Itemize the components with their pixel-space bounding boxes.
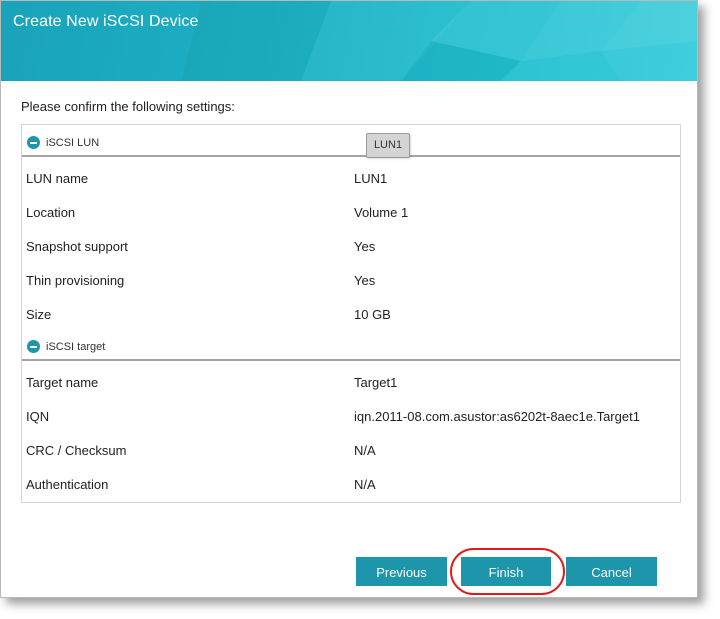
setting-key: Snapshot support: [26, 239, 128, 254]
settings-row-target-name: Target name Target1: [22, 366, 680, 400]
setting-key: LUN name: [26, 171, 89, 186]
settings-row-snapshot-support: Snapshot support Yes: [22, 230, 680, 264]
cancel-button[interactable]: Cancel: [566, 557, 657, 586]
setting-value: N/A: [354, 477, 376, 492]
setting-value: LUN1: [354, 171, 388, 186]
settings-row-crc-checksum: CRC / Checksum N/A: [22, 434, 680, 468]
create-iscsi-dialog: Create New iSCSI Device Please confirm t…: [0, 0, 698, 598]
setting-key: Thin provisioning: [26, 273, 125, 288]
settings-row-lun-name: LUN name LUN1: [22, 162, 680, 196]
section-header-iscsi-target[interactable]: iSCSI target: [22, 329, 680, 361]
dialog-title: Create New iSCSI Device: [13, 13, 199, 30]
settings-row-thin-provisioning: Thin provisioning Yes: [22, 264, 680, 298]
setting-value: iqn.2011-08.com.asustor:as6202t-8aec1e.T…: [354, 409, 640, 424]
setting-value: Target1: [354, 375, 398, 390]
setting-value: Yes: [354, 273, 376, 288]
finish-button[interactable]: Finish: [461, 557, 551, 586]
setting-key: IQN: [26, 409, 50, 424]
section-label: iSCSI LUN: [46, 137, 100, 149]
collapse-icon[interactable]: [27, 340, 40, 353]
section-header-iscsi-lun[interactable]: iSCSI LUN: [22, 125, 680, 157]
settings-row-authentication: Authentication N/A: [22, 468, 680, 502]
setting-key: Authentication: [26, 477, 109, 492]
setting-key: Size: [26, 307, 52, 322]
setting-key: Location: [26, 205, 76, 220]
previous-button[interactable]: Previous: [356, 557, 447, 586]
settings-row-iqn: IQN iqn.2011-08.com.asustor:as6202t-8aec…: [22, 400, 680, 434]
dialog-header: Create New iSCSI Device: [1, 1, 697, 81]
setting-value: Volume 1: [354, 205, 409, 220]
setting-value: Yes: [354, 239, 376, 254]
collapse-icon[interactable]: [27, 136, 40, 149]
setting-value: N/A: [354, 443, 376, 458]
setting-value: 10 GB: [354, 307, 391, 322]
confirm-prompt: Please confirm the following settings:: [21, 99, 235, 114]
setting-key: CRC / Checksum: [26, 443, 127, 458]
section-label: iSCSI target: [46, 341, 106, 353]
settings-summary: iSCSI LUN LUN name LUN1 Location Volume …: [21, 124, 681, 503]
settings-row-size: Size 10 GB: [22, 298, 680, 332]
lun-name-tooltip: LUN1: [366, 133, 410, 158]
settings-row-location: Location Volume 1: [22, 196, 680, 230]
setting-key: Target name: [26, 375, 99, 390]
